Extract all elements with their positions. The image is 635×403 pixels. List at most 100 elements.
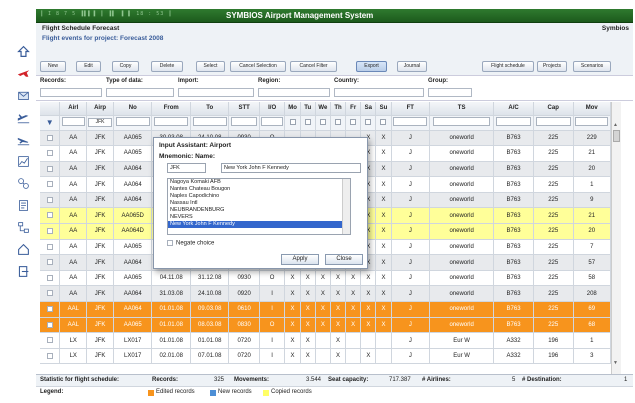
apply-button[interactable]: Apply — [281, 254, 319, 265]
column-filter-input[interactable] — [61, 117, 85, 126]
airport-list-item[interactable]: NEVERS — [168, 214, 350, 221]
column-header[interactable]: Mo — [284, 102, 301, 116]
home-icon[interactable] — [17, 243, 30, 256]
column-filter-input[interactable] — [154, 117, 189, 126]
day-filter-checkbox[interactable] — [319, 118, 326, 125]
filter-icon[interactable]: ▼ — [46, 118, 54, 127]
day-filter-checkbox[interactable] — [380, 118, 387, 125]
column-header[interactable]: I/O — [259, 102, 286, 116]
scroll-up-icon[interactable]: ▲ — [613, 122, 618, 128]
column-filter-input[interactable] — [535, 117, 571, 126]
flight-schedule-button[interactable]: Flight schedule — [482, 61, 534, 72]
row-checkbox[interactable] — [46, 352, 53, 359]
row-checkbox[interactable] — [46, 196, 53, 203]
listbox-scrollbar[interactable] — [342, 179, 350, 234]
select-all-header[interactable] — [40, 102, 61, 116]
new-button[interactable]: New — [40, 61, 66, 72]
airport-name-input[interactable]: New York John F Kennedy — [221, 163, 361, 173]
column-filter-input[interactable] — [261, 117, 284, 126]
column-header[interactable]: Mov — [573, 102, 611, 116]
row-checkbox[interactable] — [46, 337, 53, 344]
airport-listbox[interactable]: Nagoya Komaki AFB Nantes Chateau Bougon Na… — [167, 178, 351, 235]
hierarchy-icon[interactable] — [17, 221, 30, 234]
row-checkbox[interactable] — [46, 181, 53, 188]
country-input[interactable] — [334, 88, 424, 97]
select-button[interactable]: Select — [196, 61, 225, 72]
arrival-icon[interactable] — [17, 133, 30, 146]
column-filter-input[interactable] — [433, 117, 491, 126]
vertical-scrollbar[interactable]: ▲ ▼ — [611, 102, 621, 374]
projects-button[interactable]: Projects — [537, 61, 567, 72]
mail-icon[interactable] — [17, 89, 30, 102]
row-select-cell[interactable] — [40, 285, 61, 303]
type-of-data-input[interactable] — [106, 88, 174, 97]
records-input[interactable] — [40, 88, 102, 97]
column-header[interactable]: No — [113, 102, 153, 116]
column-header[interactable]: We — [315, 102, 331, 116]
row-checkbox[interactable] — [46, 150, 53, 157]
column-header[interactable]: FT — [391, 102, 431, 116]
chart-icon[interactable] — [17, 155, 30, 168]
cancel-filter-button[interactable]: Cancel Filter — [290, 61, 337, 72]
cancel-selection-button[interactable]: Cancel Selection — [230, 61, 286, 72]
row-select-cell[interactable] — [40, 239, 61, 256]
row-select-cell[interactable] — [40, 254, 61, 271]
row-checkbox[interactable] — [46, 274, 53, 281]
day-filter-checkbox[interactable] — [365, 118, 372, 125]
scroll-thumb[interactable] — [613, 130, 620, 142]
row-checkbox[interactable] — [46, 306, 53, 313]
row-select-cell[interactable] — [40, 161, 61, 178]
day-filter-checkbox[interactable] — [350, 118, 357, 125]
airport-list-item[interactable]: NEUBRANDENBURG — [168, 207, 350, 214]
airport-list-item[interactable]: Nantes Chateau Bougon — [168, 186, 350, 193]
day-filter-checkbox[interactable] — [335, 118, 342, 125]
column-filter-input[interactable] — [230, 117, 258, 126]
region-input[interactable] — [258, 88, 330, 97]
exit-icon[interactable] — [17, 265, 30, 278]
table-row[interactable]: AA JFK AA065 04.11.08 31.12.08 0930 O X X X X X X X Jo… — [40, 270, 611, 287]
row-checkbox[interactable] — [46, 165, 53, 172]
network-icon[interactable] — [17, 177, 30, 190]
export-button[interactable]: Export — [356, 61, 387, 72]
row-select-cell[interactable] — [40, 301, 61, 318]
negate-choice-option[interactable]: Negate choice — [167, 240, 214, 247]
mnemonic-input[interactable]: JFK — [167, 163, 206, 173]
scroll-down-icon[interactable]: ▼ — [613, 360, 618, 366]
upload-icon[interactable] — [17, 45, 30, 58]
column-filter-input[interactable] — [192, 117, 227, 126]
negate-checkbox[interactable] — [167, 240, 173, 246]
airport-list-item[interactable]: Nassau Intl — [168, 200, 350, 207]
column-header[interactable]: To — [190, 102, 230, 116]
airplane-icon[interactable] — [17, 67, 30, 80]
column-header[interactable]: From — [151, 102, 191, 116]
row-select-cell[interactable] — [40, 332, 61, 349]
table-row[interactable]: AA JFK AA064 31.03.08 24.10.08 0920 I X X X X X X X Jo… — [40, 285, 611, 303]
column-header[interactable]: Fr — [345, 102, 362, 116]
group-input[interactable] — [428, 88, 472, 97]
row-checkbox[interactable] — [46, 321, 53, 328]
row-checkbox[interactable] — [46, 259, 53, 266]
table-row[interactable]: AAL JFK AA065 01.01.08 08.03.08 0830 O X X X X X X X J… — [40, 317, 611, 334]
departure-icon[interactable] — [17, 111, 30, 124]
document-icon[interactable] — [17, 199, 30, 212]
row-select-cell[interactable] — [40, 145, 61, 162]
row-select-cell[interactable] — [40, 207, 61, 225]
row-select-cell[interactable] — [40, 130, 61, 147]
table-row[interactable]: AAL JFK AA064 01.01.08 09.03.08 0610 I X X X X X X X J… — [40, 301, 611, 318]
column-header[interactable]: Airl — [59, 102, 88, 116]
row-select-cell[interactable] — [40, 270, 61, 287]
column-filter-input[interactable] — [496, 117, 531, 126]
column-filter-input[interactable] — [115, 117, 150, 126]
row-select-cell[interactable] — [40, 176, 61, 193]
row-checkbox[interactable] — [46, 212, 53, 219]
row-checkbox[interactable] — [46, 290, 53, 297]
airport-list-item[interactable]: Nagoya Komaki AFB — [168, 179, 350, 186]
row-select-cell[interactable] — [40, 192, 61, 209]
airport-list-item[interactable]: Naples Capodichino — [168, 193, 350, 200]
column-filter-input[interactable]: JFK — [88, 118, 112, 127]
import-input[interactable] — [178, 88, 254, 97]
day-filter-checkbox[interactable] — [289, 118, 296, 125]
column-header[interactable]: Sa — [360, 102, 377, 116]
column-filter-input[interactable] — [393, 117, 428, 126]
column-header[interactable]: Airp — [86, 102, 114, 116]
